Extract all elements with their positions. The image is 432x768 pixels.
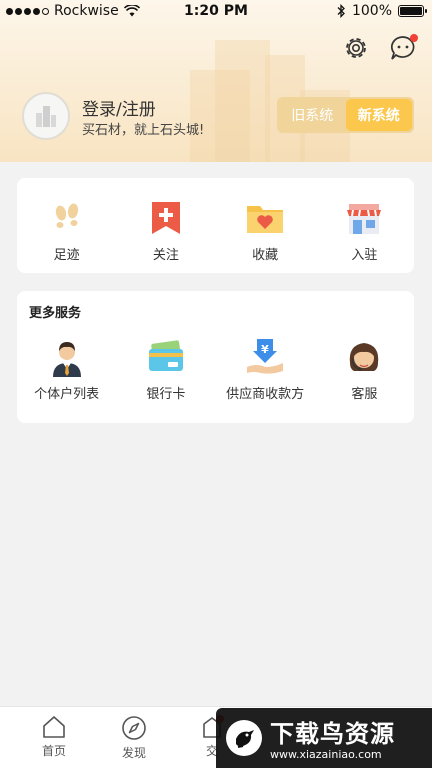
building-avatar-icon — [36, 106, 56, 127]
system-switch: 旧系统 新系统 — [277, 97, 414, 133]
new-system-option[interactable]: 新系统 — [345, 99, 412, 131]
quick-actions-card: 足迹 关注 收藏 入驻 — [17, 178, 414, 273]
more-services-card: 更多服务 个体户列表 银行卡 ¥ 供应商收款方 客服 — [17, 291, 414, 423]
businessman-icon — [52, 342, 81, 377]
tab-discover[interactable]: 发现 — [104, 715, 164, 761]
favorites-item[interactable]: 收藏 — [216, 198, 315, 263]
yuan-payment-icon: ¥ — [247, 339, 284, 374]
bookmark-plus-icon — [151, 202, 180, 234]
bird-logo-icon — [226, 720, 262, 756]
gear-icon — [346, 38, 366, 58]
login-register-link[interactable]: 登录/注册 — [82, 95, 156, 120]
compass-icon — [122, 716, 146, 740]
bluetooth-icon — [337, 4, 345, 18]
message-badge — [410, 34, 418, 42]
join-item[interactable]: 入驻 — [315, 198, 414, 263]
follow-item[interactable]: 关注 — [116, 198, 215, 263]
watermark-title: 下载鸟资源 — [270, 720, 395, 748]
tab-home-label: 首页 — [41, 744, 66, 758]
tab-home[interactable]: 首页 — [24, 715, 84, 759]
supplier-payee-label: 供应商收款方 — [226, 387, 305, 402]
individual-business-list-label: 个体户列表 — [34, 387, 100, 402]
supplier-payee-item[interactable]: ¥ 供应商收款方 — [216, 337, 315, 402]
watermark: 下载鸟资源 www.xiazainiao.com — [216, 708, 432, 768]
building-decoration — [215, 40, 270, 162]
customer-service-label: 客服 — [351, 387, 378, 402]
bank-card-item[interactable]: 银行卡 — [116, 337, 215, 402]
old-system-option[interactable]: 旧系统 — [279, 99, 346, 131]
customer-service-item[interactable]: 客服 — [315, 337, 414, 402]
avatar[interactable] — [22, 92, 70, 140]
storefront-icon — [347, 204, 382, 234]
battery-icon — [398, 5, 427, 17]
svg-text:¥: ¥ — [261, 343, 269, 356]
settings-gear-button[interactable] — [341, 33, 371, 63]
more-services-title: 更多服务 — [29, 306, 82, 321]
heart-folder-icon — [247, 206, 284, 233]
bank-card-icon — [148, 340, 183, 371]
footprints-item[interactable]: 足迹 — [17, 198, 116, 263]
profile-header — [0, 0, 432, 162]
footprints-label: 足迹 — [53, 248, 80, 263]
messages-button[interactable] — [388, 33, 418, 63]
favorites-label: 收藏 — [252, 248, 279, 263]
bank-card-label: 银行卡 — [146, 387, 186, 402]
status-bar: Rockwise 1:20 PM 100% — [0, 0, 432, 24]
home-icon — [43, 716, 65, 738]
individual-business-list-item[interactable]: 个体户列表 — [17, 337, 116, 402]
slogan: 买石材，就上石头城! — [82, 123, 205, 138]
battery-percent: 100% — [351, 3, 392, 19]
customer-service-icon — [350, 343, 379, 371]
footprints-icon — [55, 203, 78, 228]
join-label: 入驻 — [351, 248, 378, 263]
follow-label: 关注 — [152, 248, 179, 263]
watermark-url: www.xiazainiao.com — [270, 748, 382, 761]
tab-discover-label: 发现 — [121, 746, 146, 760]
